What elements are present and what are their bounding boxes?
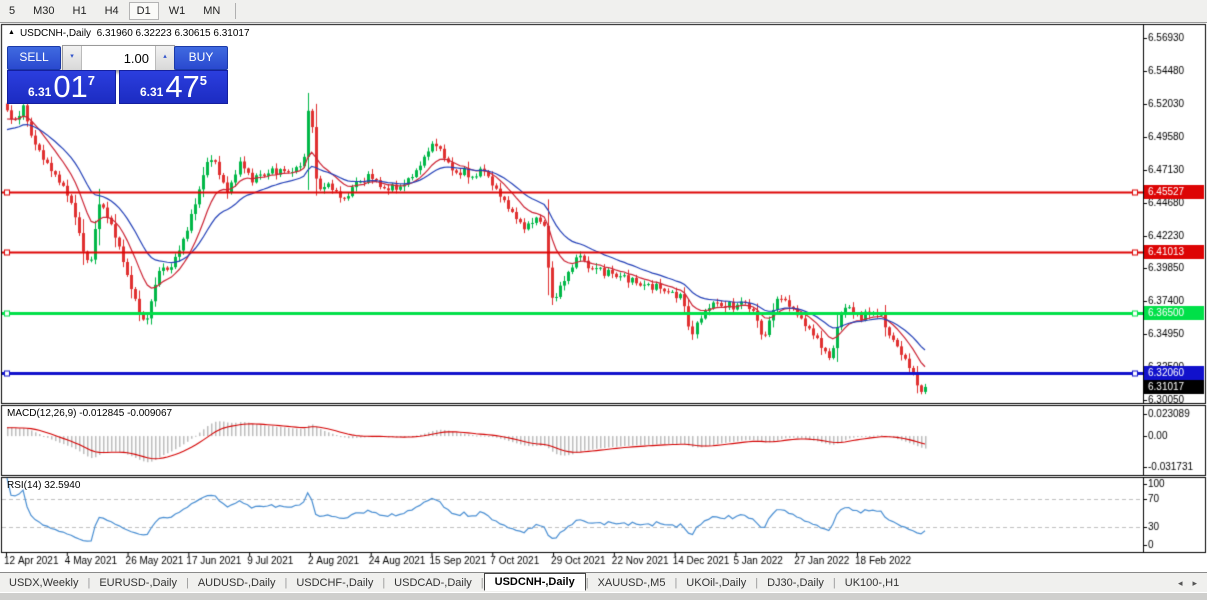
- chart-tab-audusd-daily[interactable]: AUDUSD-,Daily: [189, 575, 285, 591]
- buy-price-box[interactable]: 6.31 47 5: [119, 70, 228, 104]
- chart-tab-xauusd-m5[interactable]: XAUUSD-,M5: [589, 575, 675, 591]
- chart-tab-eurusd-daily[interactable]: EURUSD-,Daily: [90, 575, 186, 591]
- buy-price-sup: 5: [199, 73, 208, 88]
- tab-scroll-left-icon[interactable]: ◂: [1178, 578, 1183, 589]
- mt4-window: { "toolbar": {"timeframes": ["5","M30","…: [0, 0, 1207, 600]
- rsi-label: RSI(14) 32.5940: [7, 480, 81, 491]
- chart-tab-ukoil-daily[interactable]: UKOil-,Daily: [677, 575, 755, 591]
- sell-price-box[interactable]: 6.31 01 7: [7, 70, 116, 104]
- sell-button[interactable]: SELL: [7, 46, 61, 70]
- collapse-triangle-icon[interactable]: ▲: [8, 29, 15, 36]
- chart-tab-usdcnh-daily[interactable]: USDCNH-,Daily: [483, 573, 586, 591]
- chart-tab-usdcad-daily[interactable]: USDCAD-,Daily: [385, 575, 481, 591]
- one-click-trading-panel: SELL ▾ ▴ BUY 6.31 01 7 6.31 47 5: [7, 45, 228, 104]
- timeframe-button-m30[interactable]: M30: [25, 2, 62, 20]
- tab-scroll-right-icon[interactable]: ▸: [1192, 578, 1197, 589]
- trade-row-prices: 6.31 01 7 6.31 47 5: [7, 70, 228, 104]
- symbol-header: ▲ USDCNH-,Daily 6.31960 6.32223 6.30615 …: [8, 28, 250, 39]
- buy-price-prefix: 6.31: [139, 85, 164, 99]
- timeframe-toolbar: 5 M30 H1 H4 D1 W1 MN: [0, 0, 1207, 23]
- timeframe-button-h1[interactable]: H1: [65, 2, 95, 20]
- volume-input[interactable]: [82, 46, 155, 70]
- trade-row-buttons: SELL ▾ ▴ BUY: [7, 45, 228, 71]
- bottom-strip: [0, 592, 1207, 600]
- chart-tab-usdx-weekly[interactable]: USDX,Weekly: [0, 575, 87, 591]
- chart-tab-uk100-h1[interactable]: UK100-,H1: [836, 575, 908, 591]
- timeframe-button-w1[interactable]: W1: [161, 2, 194, 20]
- volume-increase-button[interactable]: ▴: [155, 46, 174, 70]
- sell-price-prefix: 6.31: [27, 85, 52, 99]
- chart-tab-usdchf-daily[interactable]: USDCHF-,Daily: [287, 575, 382, 591]
- toolbar-separator: [235, 3, 237, 19]
- symbol-ohlc-text: USDCNH-,Daily 6.31960 6.32223 6.30615 6.…: [19, 28, 250, 39]
- sell-price-big: 01: [53, 69, 88, 104]
- volume-group: ▾ ▴: [62, 45, 175, 71]
- chart-tab-dj30-daily[interactable]: DJ30-,Daily: [758, 575, 833, 591]
- timeframe-button-d1[interactable]: D1: [128, 2, 159, 20]
- sell-price-sup: 7: [87, 73, 96, 88]
- timeframe-button-5[interactable]: 5: [1, 2, 23, 20]
- buy-price-big: 47: [165, 69, 200, 104]
- buy-button[interactable]: BUY: [174, 46, 228, 70]
- timeframe-button-h4[interactable]: H4: [97, 2, 127, 20]
- chart-tab-bar: USDX,Weekly | EURUSD-,Daily | AUDUSD-,Daily |…: [0, 572, 1207, 593]
- tab-scroll-arrows: ◂ ▸: [1178, 578, 1197, 589]
- macd-label: MACD(12,26,9) -0.012845 -0.009067: [7, 408, 173, 419]
- timeframe-button-mn[interactable]: MN: [195, 2, 228, 20]
- volume-decrease-button[interactable]: ▾: [63, 46, 82, 70]
